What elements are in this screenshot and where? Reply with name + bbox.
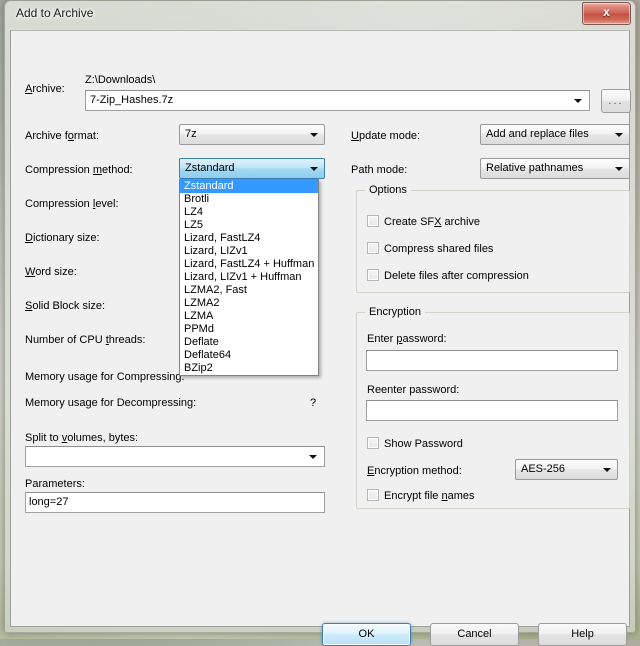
dialog-client-area: Archive: Z:\Downloads\ 7-Zip_Hashes.7z .… bbox=[10, 30, 631, 646]
word-size-label: Word size: bbox=[25, 266, 77, 278]
chevron-down-icon bbox=[310, 166, 318, 171]
close-button[interactable]: x bbox=[582, 2, 631, 25]
encryption-method-label: Encryption method: bbox=[367, 465, 462, 477]
update-mode-combo[interactable]: Add and replace files bbox=[480, 124, 630, 145]
archive-format-value: 7z bbox=[185, 128, 197, 140]
solid-block-size-label: Solid Block size: bbox=[25, 300, 106, 312]
reenter-password-input[interactable] bbox=[366, 400, 618, 421]
archive-format-combo[interactable]: 7z bbox=[179, 124, 325, 145]
update-mode-value: Add and replace files bbox=[486, 128, 589, 140]
checkbox-label: Show Password bbox=[384, 438, 463, 450]
checkbox-compress-shared-files[interactable]: Compress shared files bbox=[367, 242, 493, 256]
memory-decompressing-value: ? bbox=[310, 397, 317, 409]
checkbox-box-icon bbox=[367, 215, 379, 227]
memory-compressing-label: Memory usage for Compressing: bbox=[25, 371, 185, 383]
dropdown-option[interactable]: Brotli bbox=[180, 193, 318, 206]
close-icon: x bbox=[603, 5, 610, 19]
compression-method-dropdown-list[interactable]: Zstandard Brotli LZ4 LZ5 Lizard, FastLZ4 Liza… bbox=[179, 179, 319, 376]
checkbox-encrypt-file-names[interactable]: Encrypt file names bbox=[367, 489, 475, 503]
checkbox-box-icon bbox=[367, 269, 379, 281]
path-mode-combo[interactable]: Relative pathnames bbox=[480, 158, 630, 179]
dropdown-option[interactable]: LZMA bbox=[180, 310, 318, 323]
chevron-down-icon bbox=[574, 98, 582, 103]
enter-password-label: Enter password: bbox=[367, 333, 447, 345]
dropdown-option[interactable]: Lizard, FastLZ4 + Huffman bbox=[180, 258, 318, 271]
encryption-group-title: Encryption bbox=[365, 306, 425, 318]
archive-format-label: Archive format: bbox=[25, 130, 99, 142]
dropdown-option[interactable]: LZ5 bbox=[180, 219, 318, 232]
checkbox-delete-files-after-compression[interactable]: Delete files after compression bbox=[367, 269, 529, 283]
chevron-down-icon bbox=[310, 132, 318, 137]
dropdown-option[interactable]: PPMd bbox=[180, 323, 318, 336]
split-volumes-label: Split to volumes, bytes: bbox=[25, 432, 139, 444]
help-button[interactable]: Help bbox=[538, 623, 627, 646]
parameters-input[interactable]: long=27 bbox=[25, 492, 325, 513]
checkbox-label: Create SFX archive bbox=[384, 216, 481, 228]
title-bar: Add to Archive x bbox=[5, 1, 635, 30]
path-mode-value: Relative pathnames bbox=[486, 162, 584, 174]
dropdown-option[interactable]: LZMA2, Fast bbox=[180, 284, 318, 297]
compression-method-label: Compression method: bbox=[25, 164, 133, 176]
reenter-password-label: Reenter password: bbox=[367, 384, 460, 396]
dropdown-option[interactable]: Deflate bbox=[180, 336, 318, 349]
archive-filename-combo[interactable]: 7-Zip_Hashes.7z bbox=[85, 90, 590, 111]
dropdown-option[interactable]: LZMA2 bbox=[180, 297, 318, 310]
dropdown-option[interactable]: Zstandard bbox=[180, 180, 318, 193]
dropdown-option[interactable]: Deflate64 bbox=[180, 349, 318, 362]
path-mode-label: Path mode: bbox=[351, 164, 408, 176]
dropdown-option[interactable]: Lizard, LIZv1 bbox=[180, 245, 318, 258]
checkbox-box-icon bbox=[367, 489, 379, 501]
memory-decompressing-label: Memory usage for Decompressing: bbox=[25, 397, 197, 409]
chevron-down-icon bbox=[309, 454, 317, 459]
options-group-title: Options bbox=[365, 184, 411, 196]
dropdown-option[interactable]: BZip2 bbox=[180, 362, 318, 375]
encryption-method-combo[interactable]: AES-256 bbox=[515, 459, 618, 480]
compression-method-combo[interactable]: Zstandard bbox=[179, 158, 325, 179]
cpu-threads-label: Number of CPU threads: bbox=[25, 334, 146, 346]
archive-label: Archive: bbox=[25, 83, 65, 95]
checkbox-box-icon bbox=[367, 242, 379, 254]
chevron-down-icon bbox=[615, 166, 623, 171]
dropdown-option[interactable]: Lizard, FastLZ4 bbox=[180, 232, 318, 245]
archive-path-text: Z:\Downloads\ bbox=[85, 74, 156, 86]
update-mode-label: Update mode: bbox=[351, 130, 421, 142]
archive-filename-value: 7-Zip_Hashes.7z bbox=[90, 94, 174, 106]
compression-level-label: Compression level: bbox=[25, 198, 119, 210]
encryption-method-value: AES-256 bbox=[521, 463, 566, 475]
dropdown-option[interactable]: Lizard, LIZv1 + Huffman bbox=[180, 271, 318, 284]
checkbox-label: Compress shared files bbox=[384, 243, 494, 255]
window-title: Add to Archive bbox=[16, 6, 94, 20]
split-volumes-combo[interactable] bbox=[25, 446, 325, 467]
checkbox-box-icon bbox=[367, 437, 379, 449]
ok-button[interactable]: OK bbox=[322, 623, 411, 646]
checkbox-create-sfx-archive[interactable]: Create SFX archive bbox=[367, 215, 480, 229]
dictionary-size-label: Dictionary size: bbox=[25, 232, 100, 244]
cancel-button[interactable]: Cancel bbox=[430, 623, 519, 646]
compression-method-value: Zstandard bbox=[185, 162, 235, 174]
chevron-down-icon bbox=[615, 132, 623, 137]
chevron-down-icon bbox=[603, 467, 611, 472]
add-to-archive-window: Add to Archive x Archive: Z:\Downloads\ … bbox=[4, 0, 636, 646]
enter-password-input[interactable] bbox=[366, 350, 618, 371]
checkbox-show-password[interactable]: Show Password bbox=[367, 437, 463, 451]
browse-button[interactable]: ... bbox=[601, 89, 631, 113]
checkbox-label: Encrypt file names bbox=[384, 490, 475, 502]
dropdown-option[interactable]: LZ4 bbox=[180, 206, 318, 219]
parameters-label: Parameters: bbox=[25, 478, 85, 490]
checkbox-label: Delete files after compression bbox=[384, 270, 529, 282]
